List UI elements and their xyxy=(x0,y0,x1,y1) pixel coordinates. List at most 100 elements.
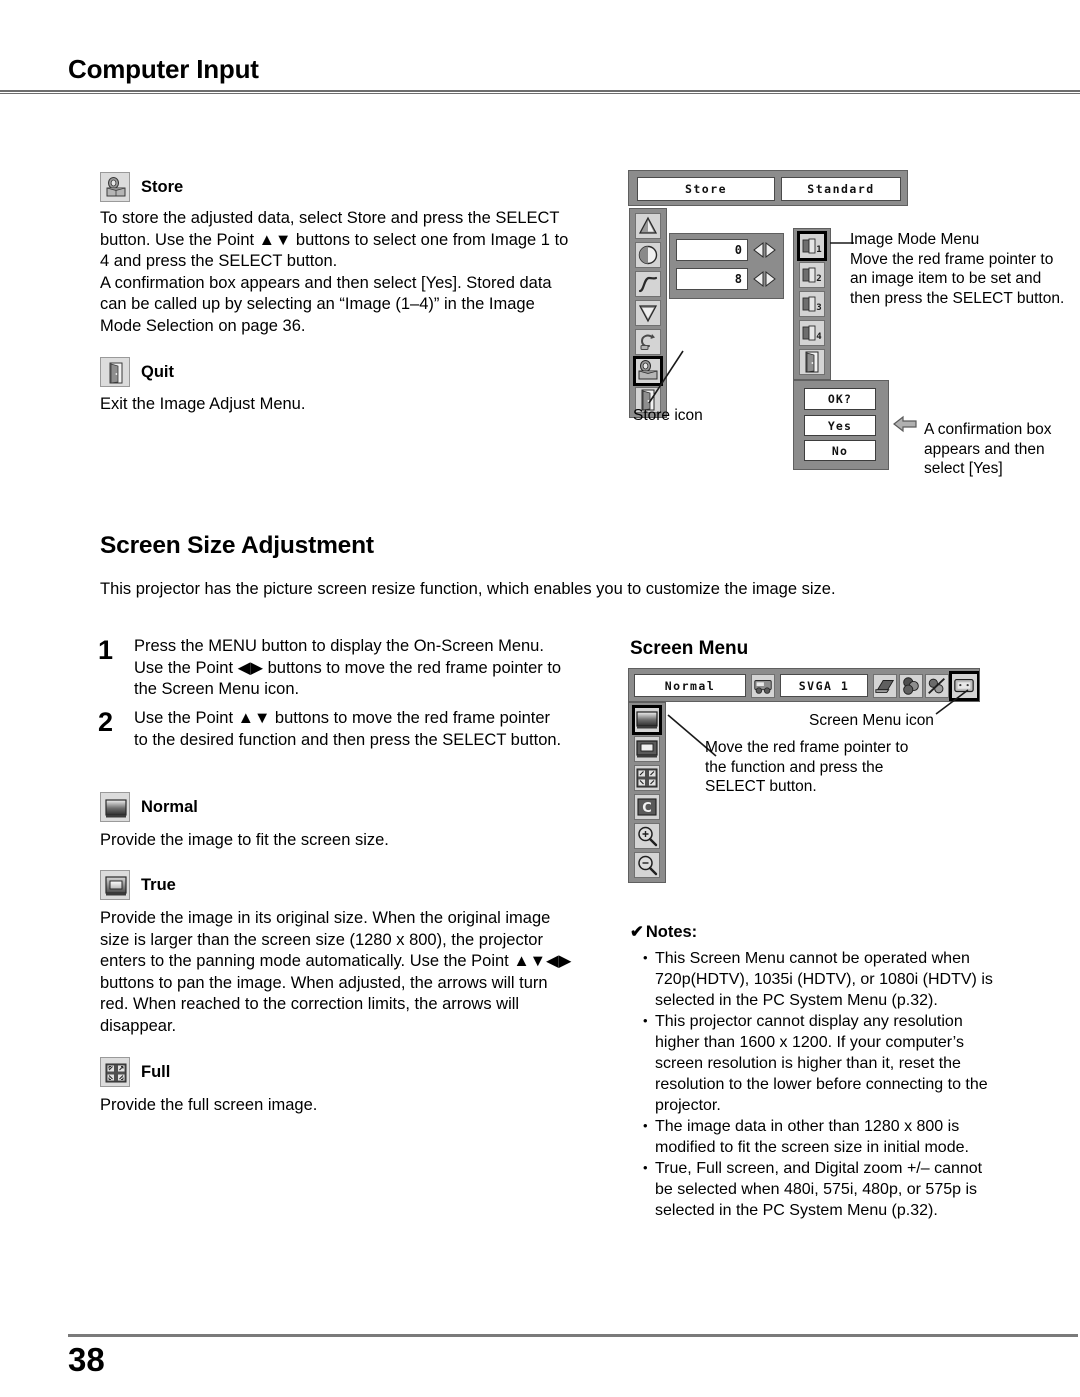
store-icon-label: Store icon xyxy=(633,407,703,424)
step-1-number: 1 xyxy=(98,635,114,665)
image-mode-menu-strip: 1 2 3 4 xyxy=(793,228,831,380)
svg-text:4: 4 xyxy=(816,332,822,342)
custom-c-icon-glyph: C xyxy=(637,798,657,816)
step-2-number: 2 xyxy=(98,707,114,737)
step-1-text: Press the MENU button to display the On-… xyxy=(134,637,562,698)
value-bottom-field[interactable]: 8 xyxy=(676,268,748,290)
brightness-circle-icon[interactable] xyxy=(635,242,661,268)
pc-adjust-icon-glyph xyxy=(875,680,895,693)
digital-zoom-out-icon[interactable] xyxy=(634,852,660,878)
screen-menu-left-strip: C xyxy=(628,702,666,883)
full-body-text: Provide the full screen image. xyxy=(100,1096,318,1114)
step-2-text: Use the Point ▲▼ buttons to move the red… xyxy=(134,709,562,749)
brightness-circle-icon-glyph xyxy=(638,245,658,265)
normal-body-text: Provide the image to fit the screen size… xyxy=(100,831,389,849)
screen-menu-icon-pointer-line xyxy=(935,689,969,715)
screen-menu-callout-text: Move the red frame pointer to the functi… xyxy=(705,739,909,795)
image-mode-2-icon-glyph: 2 xyxy=(802,267,822,284)
image-mode-quit-icon[interactable] xyxy=(799,349,825,375)
screen-full-icon-glyph xyxy=(636,768,658,788)
notes-title: Notes: xyxy=(645,923,698,941)
svg-text:1: 1 xyxy=(816,245,821,255)
svg-text:C: C xyxy=(642,801,652,816)
input-source-icon[interactable] xyxy=(751,674,775,698)
true-heading-row: True xyxy=(100,870,176,900)
confirmation-callout-text: A confirmation box appears and then sele… xyxy=(924,421,1052,477)
image-mode-1-icon-glyph: 1 xyxy=(802,238,822,255)
store-tab[interactable]: Store xyxy=(637,177,775,201)
screen-normal-icon-glyph xyxy=(636,711,658,729)
svg-text:3: 3 xyxy=(816,303,821,313)
image-mode-4-icon-glyph: 4 xyxy=(802,325,822,342)
digital-zoom-in-icon-glyph xyxy=(638,826,658,847)
value-top-field[interactable]: 0 xyxy=(676,239,748,261)
pc-system-field[interactable]: SVGA 1 xyxy=(780,674,868,697)
note-item: The image data in other than 1280 x 800 … xyxy=(642,1115,1002,1158)
color-temp-icon-glyph xyxy=(638,305,658,323)
gamma-curve-icon-glyph xyxy=(638,276,658,293)
screen-true-icon-glyph xyxy=(636,740,658,758)
value-top-arrows-icon[interactable] xyxy=(752,241,778,259)
screen-normal-icon-glyph xyxy=(105,799,127,818)
confirm-yes-button[interactable]: Yes xyxy=(804,415,876,436)
value-bottom-arrows-icon[interactable] xyxy=(752,270,778,288)
image-select-icon-glyph xyxy=(903,677,919,695)
screen-menu-icon-label: Screen Menu icon xyxy=(809,712,934,729)
screen-menu-selected-field[interactable]: Normal xyxy=(634,674,746,697)
notes-header: ✔ Notes: xyxy=(630,922,697,942)
contrast-triangle-icon-glyph xyxy=(638,216,658,234)
store-heading: Store xyxy=(141,177,184,196)
quit-body-text: Exit the Image Adjust Menu. xyxy=(100,395,306,413)
document-page: Computer Input Store To store the adjust… xyxy=(0,0,1080,1397)
screen-full-icon xyxy=(100,1057,130,1087)
confirm-prompt: OK? xyxy=(804,388,876,410)
true-body-text: Provide the image in its original size. … xyxy=(100,909,572,1035)
image-adjust-value-panel: 0 8 xyxy=(669,233,784,299)
screen-true-icon[interactable] xyxy=(634,736,660,762)
quit-door-icon-glyph xyxy=(109,362,123,384)
color-temp-icon[interactable] xyxy=(635,300,661,326)
footer-divider xyxy=(68,1334,1078,1337)
image-mode-quit-icon-glyph xyxy=(805,351,819,373)
store-icon-glyph xyxy=(106,177,126,197)
image-mode-callout-text: Image Mode Menu Move the red frame point… xyxy=(850,231,1065,307)
screen-full-icon-glyph xyxy=(105,1063,127,1083)
note-item: True, Full screen, and Digital zoom +/– … xyxy=(642,1157,1002,1221)
header-divider xyxy=(0,90,1080,94)
standard-tab[interactable]: Standard xyxy=(781,177,901,201)
image-mode-item-2[interactable]: 2 xyxy=(799,262,825,288)
full-heading-row: Full xyxy=(100,1057,170,1087)
image-select-icon[interactable] xyxy=(899,674,923,698)
screen-size-title: Screen Size Adjustment xyxy=(100,532,374,559)
notes-list: This Screen Menu cannot be operated when… xyxy=(642,947,1002,1221)
gamma-curve-icon[interactable] xyxy=(635,271,661,297)
custom-c-icon[interactable]: C xyxy=(634,794,660,820)
contrast-triangle-icon[interactable] xyxy=(635,213,661,239)
notes-check-icon: ✔ xyxy=(630,923,644,941)
input-source-icon-glyph xyxy=(754,680,772,694)
screen-true-icon-glyph xyxy=(105,876,127,896)
screen-menu-diagram-title: Screen Menu xyxy=(630,638,749,659)
normal-heading: Normal xyxy=(141,797,198,816)
normal-heading-row: Normal xyxy=(100,792,198,822)
store-icon-pointer-line xyxy=(648,350,684,404)
image-mode-item-3[interactable]: 3 xyxy=(799,291,825,317)
image-adjust-tabbar: Store Standard xyxy=(628,170,908,206)
image-mode-item-1[interactable]: 1 xyxy=(797,231,827,261)
store-body-text: To store the adjusted data, select Store… xyxy=(100,209,569,335)
image-mode-item-4[interactable]: 4 xyxy=(799,320,825,346)
svg-text:2: 2 xyxy=(816,274,821,284)
screen-full-icon[interactable] xyxy=(634,765,660,791)
confirm-no-button[interactable]: No xyxy=(804,440,876,461)
digital-zoom-in-icon[interactable] xyxy=(634,823,660,849)
full-heading: Full xyxy=(141,1062,171,1081)
screen-normal-icon[interactable] xyxy=(632,705,662,735)
digital-zoom-out-icon-glyph xyxy=(638,855,658,876)
pc-adjust-icon[interactable] xyxy=(873,674,897,698)
page-number: 38 xyxy=(68,1341,105,1378)
image-mode-3-icon-glyph: 3 xyxy=(802,296,822,313)
quit-heading-row: Quit xyxy=(100,357,174,387)
quit-door-icon xyxy=(100,357,130,387)
screen-size-intro: This projector has the picture screen re… xyxy=(100,580,836,598)
step-2: 2 Use the Point ▲▼ buttons to move the r… xyxy=(98,708,568,751)
